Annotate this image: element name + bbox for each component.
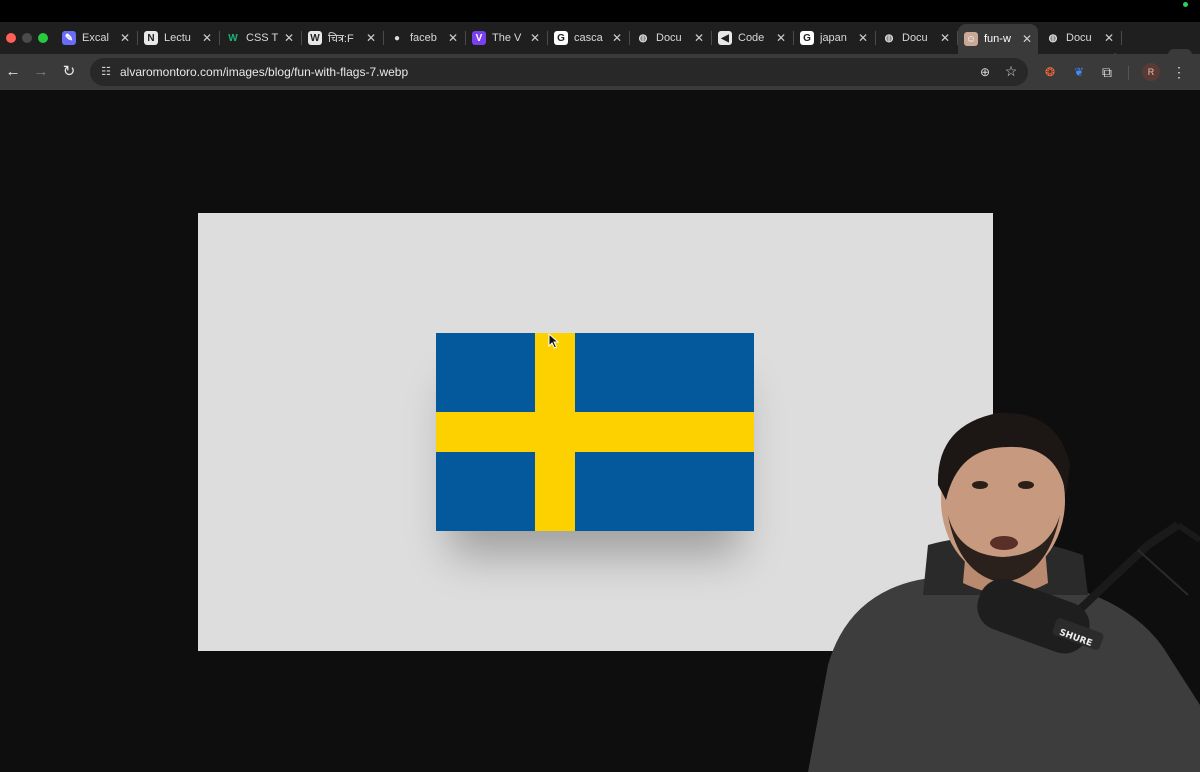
browser-tab[interactable]: Gjapan ✕ [794,26,876,50]
tab-title: casca [574,32,603,44]
tab-title: Docu [1066,32,1092,44]
site-info-icon[interactable]: ☷ [96,62,116,82]
tab-title: CSS T [246,32,279,44]
tab-close-icon[interactable]: ✕ [856,31,870,45]
sweden-flag-image [436,333,754,531]
tab-close-icon[interactable]: ✕ [938,31,952,45]
google-icon: G [554,31,568,45]
browser-tab[interactable]: V The V ✕ [466,26,548,50]
tab-close-icon[interactable]: ✕ [1102,31,1116,45]
google-icon: G [800,31,814,45]
tab-title: Lectu [164,32,191,44]
tab-title: Excal [82,32,109,44]
browser-tab[interactable]: ◍ Docu ✕ [1040,26,1122,50]
tab-close-icon[interactable]: ✕ [364,31,378,45]
codepen-icon: ◀ [718,31,732,45]
vite-icon: V [472,31,486,45]
tab-strip: ✎ Excal ✕ N Lectu ✕ W CSS T ✕ W चित्र:F ✕ ● faceb ✕ V Th… [0,22,1200,71]
bookmark-star-icon[interactable]: ☆ [1002,62,1020,80]
wikipedia-icon: W [308,31,322,45]
browser-toolbar: ← → ↻ ☷ alvaromontoro.com/images/blog/fu… [0,54,1200,90]
tab-close-icon[interactable]: ✕ [118,31,132,45]
browser-tab[interactable]: Gcasca ✕ [548,26,630,50]
browser-tab[interactable]: ◍ Docu ✕ [630,26,712,50]
window-minimize-button[interactable] [22,33,32,43]
tab-title: fun-w [984,33,1011,45]
tab-close-icon[interactable]: ✕ [774,31,788,45]
forward-button[interactable]: → [31,62,51,82]
tab-title: Code [738,32,765,44]
tab-close-icon[interactable]: ✕ [282,31,296,45]
excalidraw-icon: ✎ [62,31,76,45]
tab-close-icon[interactable]: ✕ [446,31,460,45]
address-bar[interactable]: ☷ alvaromontoro.com/images/blog/fun-with… [90,58,1028,86]
url-text[interactable]: alvaromontoro.com/images/blog/fun-with-f… [120,65,408,79]
tab-title: Docu [656,32,682,44]
extensions-puzzle-icon[interactable]: ⧉ [1098,63,1116,81]
toolbar-divider [1128,66,1129,80]
tab-close-icon[interactable]: ✕ [692,31,706,45]
extension-icon[interactable]: ❂ [1041,63,1059,81]
browser-tab[interactable]: W CSS T ✕ [220,26,302,50]
browser-tab[interactable]: W चित्र:F ✕ [302,26,384,50]
globe-icon: ◍ [636,31,650,45]
browser-tab[interactable]: N Lectu ✕ [138,26,220,50]
tab-title: The V [492,32,522,44]
w-logo-icon: W [226,31,240,45]
tab-title: faceb [410,32,437,44]
notion-icon: N [144,31,158,45]
reload-button[interactable]: ↻ [59,62,79,82]
tab-close-icon[interactable]: ✕ [200,31,214,45]
browser-tab[interactable]: ● faceb ✕ [384,26,466,50]
browser-tab[interactable]: ◀ Code ✕ [712,26,794,50]
presenter-webcam-overlay: SHURE [808,412,1200,772]
back-button[interactable]: ← [3,62,23,82]
window-close-button[interactable] [6,33,16,43]
profile-avatar-icon: ☺ [964,32,978,46]
camera-indicator-icon [1183,2,1188,7]
tab-close-icon[interactable]: ✕ [528,31,542,45]
browser-tab[interactable]: ☺ fun-w ✕ [958,24,1038,54]
extension-bird-icon[interactable]: ❦ [1070,63,1088,81]
globe-icon: ◍ [882,31,896,45]
flag-cross-horizontal [436,412,754,452]
browser-tab[interactable]: ✎ Excal ✕ [56,26,138,50]
zoom-icon[interactable]: ⊕ [976,63,994,81]
tab-close-icon[interactable]: ✕ [610,31,624,45]
browser-menu-icon[interactable]: ⋮ [1170,63,1188,81]
globe-icon: ◍ [1046,31,1060,45]
mouse-cursor-icon [548,333,560,349]
github-icon: ● [390,31,404,45]
tab-title: Docu [902,32,928,44]
tab-title: चित्र:F [328,32,354,45]
tab-separator [1121,31,1122,45]
browser-tab[interactable]: ◍ Docu ✕ [876,26,958,50]
tab-close-icon[interactable]: ✕ [1020,32,1034,46]
profile-avatar[interactable]: R [1142,63,1160,81]
tab-title: japan [820,32,847,44]
window-maximize-button[interactable] [38,33,48,43]
macos-menu-bar [0,0,1200,22]
